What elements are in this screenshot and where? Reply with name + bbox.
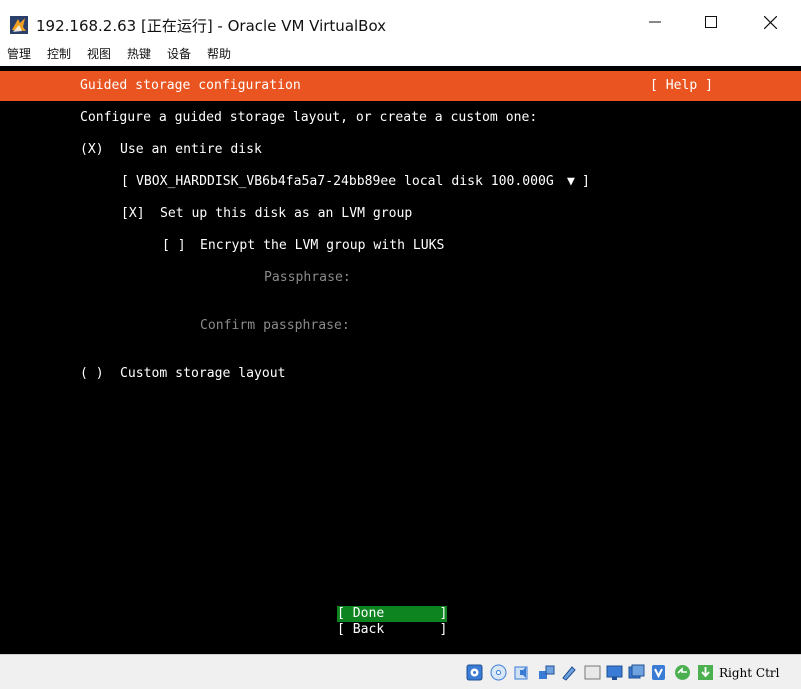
menu-item-view[interactable]: 视图 bbox=[87, 45, 111, 62]
lvm-checkbox[interactable]: [X] bbox=[121, 206, 145, 222]
back-button[interactable]: [ Back ] bbox=[337, 622, 447, 638]
shared-folders-icon[interactable] bbox=[584, 664, 601, 681]
keyboard-capture-icon[interactable] bbox=[697, 664, 714, 681]
custom-layout-label: Custom storage layout bbox=[120, 366, 286, 381]
mouse-integration-icon[interactable] bbox=[674, 664, 691, 681]
encrypt-label: Encrypt the LVM group with LUKS bbox=[200, 238, 445, 253]
window-title: 192.168.2.63 [正在运行] - Oracle VM VirtualB… bbox=[36, 17, 387, 35]
menu-item-manage[interactable]: 管理 bbox=[7, 45, 31, 62]
lvm-label: Set up this disk as an LVM group bbox=[160, 206, 413, 221]
minimize-icon bbox=[649, 21, 661, 23]
menu-bar bbox=[0, 44, 801, 66]
minimize-button[interactable] bbox=[630, 0, 680, 44]
confirm-passphrase-label: Confirm passphrase: bbox=[200, 318, 350, 333]
close-icon bbox=[763, 15, 777, 29]
optical-drive-icon[interactable] bbox=[490, 664, 507, 681]
menu-item-help[interactable]: 帮助 bbox=[207, 45, 231, 62]
done-button[interactable]: [ Done ] bbox=[337, 606, 447, 622]
encrypt-checkbox[interactable]: [ ] bbox=[162, 238, 186, 254]
virtualization-icon[interactable] bbox=[650, 664, 667, 681]
menu-item-control[interactable]: 控制 bbox=[47, 45, 71, 62]
close-button[interactable] bbox=[745, 0, 795, 44]
virtualbox-app-icon bbox=[10, 16, 28, 34]
menu-item-devices[interactable]: 设备 bbox=[167, 45, 191, 62]
chevron-down-icon[interactable]: ▼ bbox=[567, 174, 575, 190]
installer-header-title: Guided storage configuration bbox=[80, 78, 301, 93]
custom-layout-radio[interactable]: ( ) bbox=[80, 366, 104, 382]
disk-select-open: [ bbox=[121, 174, 129, 189]
help-button[interactable]: [ Help ] bbox=[650, 78, 713, 94]
window-titlebar[interactable]: 192.168.2.63 [正在运行] - Oracle VM VirtualB… bbox=[0, 0, 801, 44]
disk-select[interactable]: VBOX_HARDDISK_VB6b4fa5a7-24bb89ee local … bbox=[136, 174, 554, 190]
network-icon[interactable] bbox=[538, 664, 555, 681]
audio-icon[interactable] bbox=[514, 664, 531, 681]
installer-terminal: Guided storage configuration [ Help ] Co… bbox=[0, 66, 801, 654]
entire-disk-radio[interactable]: (X) bbox=[80, 142, 104, 158]
display-icon[interactable] bbox=[606, 664, 623, 681]
maximize-icon bbox=[705, 16, 717, 28]
hard-disk-icon[interactable] bbox=[466, 664, 483, 681]
disk-select-close: ] bbox=[582, 174, 590, 189]
passphrase-label: Passphrase: bbox=[264, 270, 351, 285]
maximize-button[interactable] bbox=[686, 0, 736, 44]
intro-text: Configure a guided storage layout, or cr… bbox=[80, 110, 538, 125]
usb-icon[interactable] bbox=[560, 664, 577, 681]
entire-disk-label: Use an entire disk bbox=[120, 142, 262, 157]
host-key-label: Right Ctrl bbox=[719, 666, 780, 680]
menu-item-hotkeys[interactable]: 热键 bbox=[127, 45, 151, 62]
video-capture-icon[interactable] bbox=[628, 664, 645, 681]
